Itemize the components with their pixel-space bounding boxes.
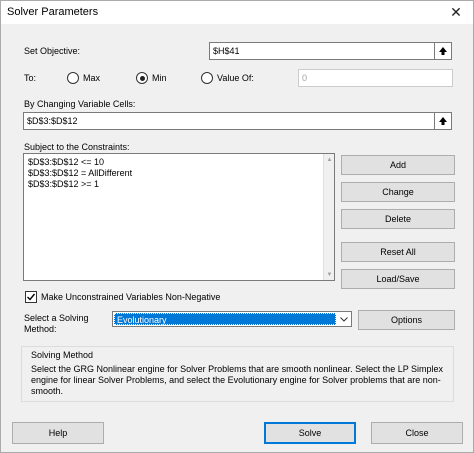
constraints-listbox[interactable]: $D$3:$D$12 <= 10 $D$3:$D$12 = AllDiffere… bbox=[23, 153, 335, 281]
scroll-down-icon[interactable]: ▼ bbox=[324, 269, 335, 280]
objective-collapse-button[interactable] bbox=[434, 42, 452, 60]
solving-method-value: Evolutionary bbox=[114, 313, 336, 325]
delete-button[interactable]: Delete bbox=[341, 209, 455, 229]
set-objective-label: Set Objective: bbox=[24, 46, 81, 56]
reset-all-button[interactable]: Reset All bbox=[341, 242, 455, 262]
close-button[interactable]: Close bbox=[371, 422, 463, 444]
constraint-item[interactable]: $D$3:$D$12 = AllDifferent bbox=[28, 168, 132, 178]
value-of-radio[interactable] bbox=[201, 72, 213, 84]
chevron-down-icon[interactable] bbox=[336, 312, 351, 326]
collapse-arrow-icon bbox=[439, 47, 447, 55]
add-button[interactable]: Add bbox=[341, 155, 455, 175]
max-radio[interactable] bbox=[67, 72, 79, 84]
solving-method-label-2: Method: bbox=[24, 324, 57, 334]
min-radio[interactable] bbox=[136, 72, 148, 84]
load-save-button[interactable]: Load/Save bbox=[341, 269, 455, 289]
nonnegative-checkbox[interactable] bbox=[25, 291, 37, 303]
constraint-item[interactable]: $D$3:$D$12 <= 10 bbox=[28, 157, 104, 167]
help-button[interactable]: Help bbox=[12, 422, 104, 444]
collapse-arrow-icon bbox=[439, 117, 447, 125]
changing-cells-value: $D$3:$D$12 bbox=[27, 116, 78, 126]
max-radio-label[interactable]: Max bbox=[83, 73, 100, 83]
changing-cells-input[interactable]: $D$3:$D$12 bbox=[23, 112, 435, 130]
solving-method-label-1: Select a Solving bbox=[24, 313, 89, 323]
value-of-input[interactable]: 0 bbox=[298, 69, 453, 87]
to-label: To: bbox=[24, 73, 37, 83]
change-button[interactable]: Change bbox=[341, 182, 455, 202]
changing-cells-label: By Changing Variable Cells: bbox=[24, 99, 136, 109]
title-bar: Solver Parameters ✕ bbox=[1, 1, 473, 24]
window-title: Solver Parameters bbox=[7, 6, 99, 18]
constraints-label: Subject to the Constraints: bbox=[24, 142, 130, 152]
close-window-icon[interactable]: ✕ bbox=[439, 1, 473, 24]
checkmark-icon bbox=[27, 293, 36, 301]
changing-cells-collapse-button[interactable] bbox=[434, 112, 452, 130]
constraint-item[interactable]: $D$3:$D$12 >= 1 bbox=[28, 179, 99, 189]
min-radio-label[interactable]: Min bbox=[152, 73, 167, 83]
nonnegative-label[interactable]: Make Unconstrained Variables Non-Negativ… bbox=[41, 292, 220, 302]
solving-method-description: Select the GRG Nonlinear engine for Solv… bbox=[31, 364, 444, 396]
scroll-up-icon[interactable]: ▲ bbox=[324, 154, 335, 165]
value-of-radio-label[interactable]: Value Of: bbox=[217, 73, 254, 83]
solver-parameters-dialog: Solver Parameters ✕ Set Objective: $H$41… bbox=[0, 0, 474, 453]
set-objective-value: $H$41 bbox=[213, 46, 240, 56]
constraints-scrollbar[interactable]: ▲ ▼ bbox=[323, 154, 334, 280]
solving-method-select[interactable]: Evolutionary bbox=[112, 311, 352, 327]
options-button[interactable]: Options bbox=[358, 310, 455, 330]
set-objective-input[interactable]: $H$41 bbox=[209, 42, 435, 60]
solving-method-title: Solving Method bbox=[31, 350, 94, 360]
value-of-value: 0 bbox=[302, 73, 308, 83]
solve-button[interactable]: Solve bbox=[264, 422, 356, 444]
